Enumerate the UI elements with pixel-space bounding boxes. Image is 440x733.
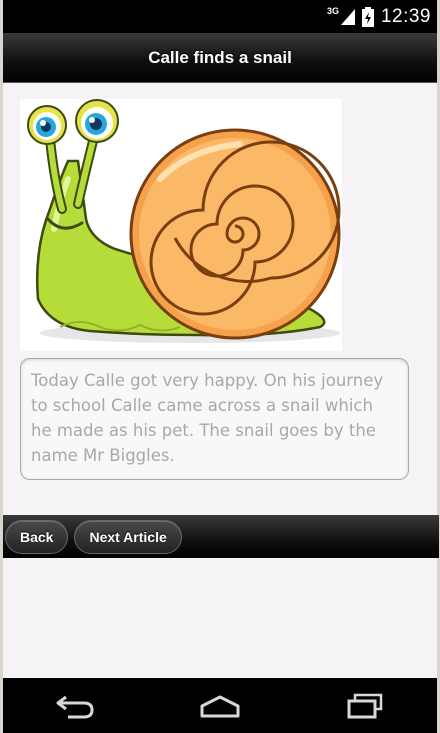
clock: 12:39 — [380, 5, 431, 27]
back-nav-button[interactable] — [45, 686, 105, 726]
home-nav-button[interactable] — [190, 686, 250, 726]
article-content: Today Calle got very happy. On his journ… — [3, 83, 437, 515]
footer-toolbar: Back Next Article — [3, 515, 439, 558]
recent-apps-icon — [347, 693, 382, 718]
article-text[interactable]: Today Calle got very happy. On his journ… — [20, 358, 409, 480]
next-article-button[interactable]: Next Article — [74, 519, 182, 554]
status-bar: 3G 12:39 — [3, 0, 437, 33]
back-arrow-icon — [56, 695, 94, 718]
device-screen: 3G 12:39 Calle finds a snail Today Calle… — [3, 0, 439, 733]
snail-illustration — [20, 99, 342, 351]
recent-apps-nav-button[interactable] — [335, 686, 395, 726]
signal-icon — [340, 8, 355, 25]
battery-icon — [361, 6, 374, 27]
home-icon — [200, 695, 240, 717]
system-nav-bar — [3, 678, 437, 733]
back-button[interactable]: Back — [5, 519, 69, 554]
status-icons: 3G 12:39 — [327, 0, 431, 33]
empty-area — [3, 558, 437, 678]
network-type-label: 3G — [326, 5, 339, 16]
page-header: Calle finds a snail — [3, 33, 437, 83]
page-title: Calle finds a snail — [148, 47, 292, 67]
